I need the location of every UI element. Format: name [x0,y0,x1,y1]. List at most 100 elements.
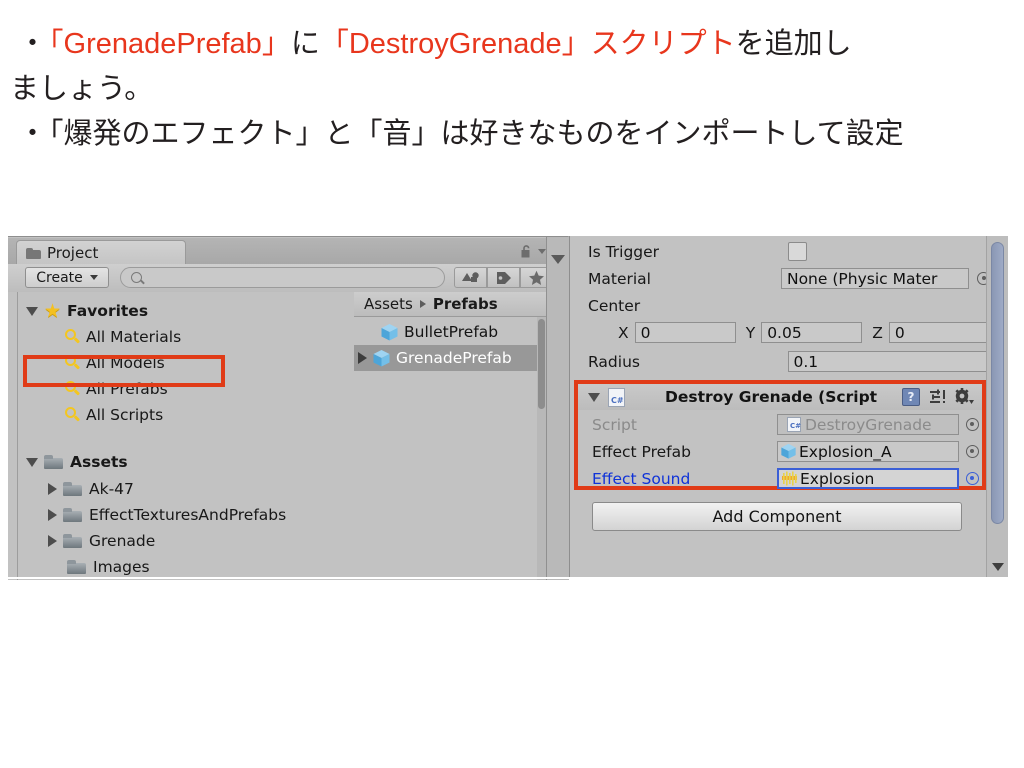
prefab-cube-icon [372,349,391,368]
tree-item-all-materials[interactable]: All Materials [64,324,181,350]
effect-prefab-picker-icon[interactable] [966,445,979,458]
tree-item-effecttexturesandprefabs[interactable]: EffectTexturesAndPrefabs [48,502,286,528]
chevron-right-icon[interactable] [48,535,57,547]
asset-item-bulletprefab[interactable]: BulletPrefab [354,319,546,345]
tree-item-ak-47[interactable]: Ak-47 [48,476,134,502]
filter-by-type-button[interactable] [454,267,487,288]
tree-item-label: All Models [86,354,165,372]
breadcrumb-root[interactable]: Assets [364,295,413,313]
star-icon: ★ [44,299,62,322]
shapes-icon [461,271,479,282]
effect-prefab-label: Effect Prefab [592,442,691,461]
center-z-label: Z [872,323,883,342]
effect-sound-label: Effect Sound [592,469,691,488]
tree-item-label: Favorites [67,302,149,320]
script-object-value: DestroyGrenade [805,415,932,434]
inspector-scrollbar-thumb[interactable] [991,242,1004,524]
radius-input[interactable]: 0.1 [787,351,990,372]
breadcrumb: Assets Prefabs [354,292,546,317]
asset-item-label: BulletPrefab [404,323,499,341]
assets-scrollbar[interactable] [537,317,546,580]
material-object-field[interactable]: None (Physic Mater [780,268,970,289]
tree-item-all-scripts[interactable]: All Scripts [64,402,163,428]
row-effect-prefab: Effect Prefab Explosion_A [578,439,982,464]
chevron-right-icon[interactable] [48,509,57,521]
inspector-panel: Is Trigger Material None (Physic Mater C… [569,236,1008,579]
chevron-right-icon[interactable] [48,483,57,495]
folder-icon [26,247,41,259]
line1-tail: を追加し [735,28,852,60]
folder-icon [67,560,86,574]
audio-clip-icon [781,471,798,486]
unity-editor-screenshot: Project Create ★ Favorites All Materials… [8,236,1008,580]
scroll-down-arrow-icon[interactable] [992,563,1004,571]
prefab-cube-icon [380,323,399,342]
chevron-down-icon[interactable] [26,457,38,467]
component-header[interactable]: C# Destroy Grenade (Script ? [578,384,982,410]
is-trigger-checkbox[interactable] [788,242,807,261]
chevron-right-icon[interactable] [358,352,367,364]
inspector-scrollbar[interactable] [986,236,1008,579]
center-y-input[interactable]: 0.05 [761,322,863,343]
tree-item-assets[interactable]: Assets [26,449,128,475]
effect-sound-value: Explosion [800,469,875,488]
tree-item-all-models[interactable]: All Models [64,350,165,376]
csharp-script-icon: C# [608,387,625,407]
effect-prefab-object-field[interactable]: Explosion_A [777,441,959,462]
create-button-label: Create [36,269,83,286]
filter-by-label-button[interactable] [487,267,520,288]
project-panel: Project Create ★ Favorites All Materials… [8,236,569,580]
asset-item-label: GrenadePrefab [396,349,512,367]
search-icon [64,381,80,397]
script-object-field[interactable]: C# DestroyGrenade [777,414,959,435]
csharp-script-icon: C# [787,417,801,432]
search-icon [64,407,80,423]
preset-icon[interactable] [929,389,947,405]
add-component-button[interactable]: Add Component [592,502,962,531]
assets-scrollbar-thumb[interactable] [538,319,545,409]
slide-line-3: ・「爆発のエフェクト」と「音」は好きなものをインポートして設定 [0,112,1024,157]
chevron-right-icon [419,300,426,308]
tree-item-favorites[interactable]: ★ Favorites [26,298,148,324]
help-icon[interactable]: ? [902,388,920,406]
tree-item-label: Assets [70,453,128,471]
collapse-arrow-icon[interactable] [551,255,565,264]
effect-sound-object-field[interactable]: Explosion [777,468,959,489]
tree-item-label: Ak-47 [89,480,134,498]
chevron-down-icon[interactable] [588,392,600,402]
tab-project[interactable]: Project [16,240,186,265]
material-label: Material [588,269,651,288]
search-input[interactable] [120,267,445,288]
project-tab-bar: Project [8,238,568,265]
effect-sound-picker-icon[interactable] [966,472,979,485]
center-x-input[interactable]: 0 [634,322,736,343]
line1-particle: に [290,28,320,60]
radius-label: Radius [588,352,640,371]
panel-divider[interactable] [546,237,569,580]
gear-icon[interactable] [954,388,974,406]
slide-line-3-text: 「爆発のエフェクト」と「音」は好きなものをインポートして設定 [49,118,904,150]
script-label: Script [592,415,637,434]
asset-item-grenadeprefab[interactable]: GrenadePrefab [354,345,546,371]
center-z-input[interactable]: 0 [888,322,990,343]
search-icon [64,355,80,371]
lock-open-icon[interactable] [521,243,532,258]
effect-prefab-value: Explosion_A [799,442,892,461]
component-title: Destroy Grenade (Script [665,388,878,406]
tree-item-label: All Materials [86,328,182,346]
folder-icon [63,534,82,548]
row-effect-sound: Effect Sound Explosion [578,466,982,491]
center-y-label: Y [745,323,756,342]
tree-item-grenade[interactable]: Grenade [48,528,155,554]
center-label: Center [588,296,641,315]
center-x-label: X [618,323,629,342]
tree-item-all-prefabs[interactable]: All Prefabs [64,376,168,402]
chevron-down-icon[interactable] [26,306,38,316]
row-center-xyz: X 0 Y 0.05 Z 0 [570,320,990,345]
chevron-down-icon [89,275,98,280]
create-button[interactable]: Create [25,267,109,288]
assets-column: Assets Prefabs BulletPrefab GrenadePrefa… [354,292,546,580]
tree-item-label: Grenade [89,532,156,550]
slide-text-block: ・「GrenadePrefab」に「DestroyGrenade」スクリプトを追… [0,22,1024,157]
script-picker-icon[interactable] [966,418,979,431]
